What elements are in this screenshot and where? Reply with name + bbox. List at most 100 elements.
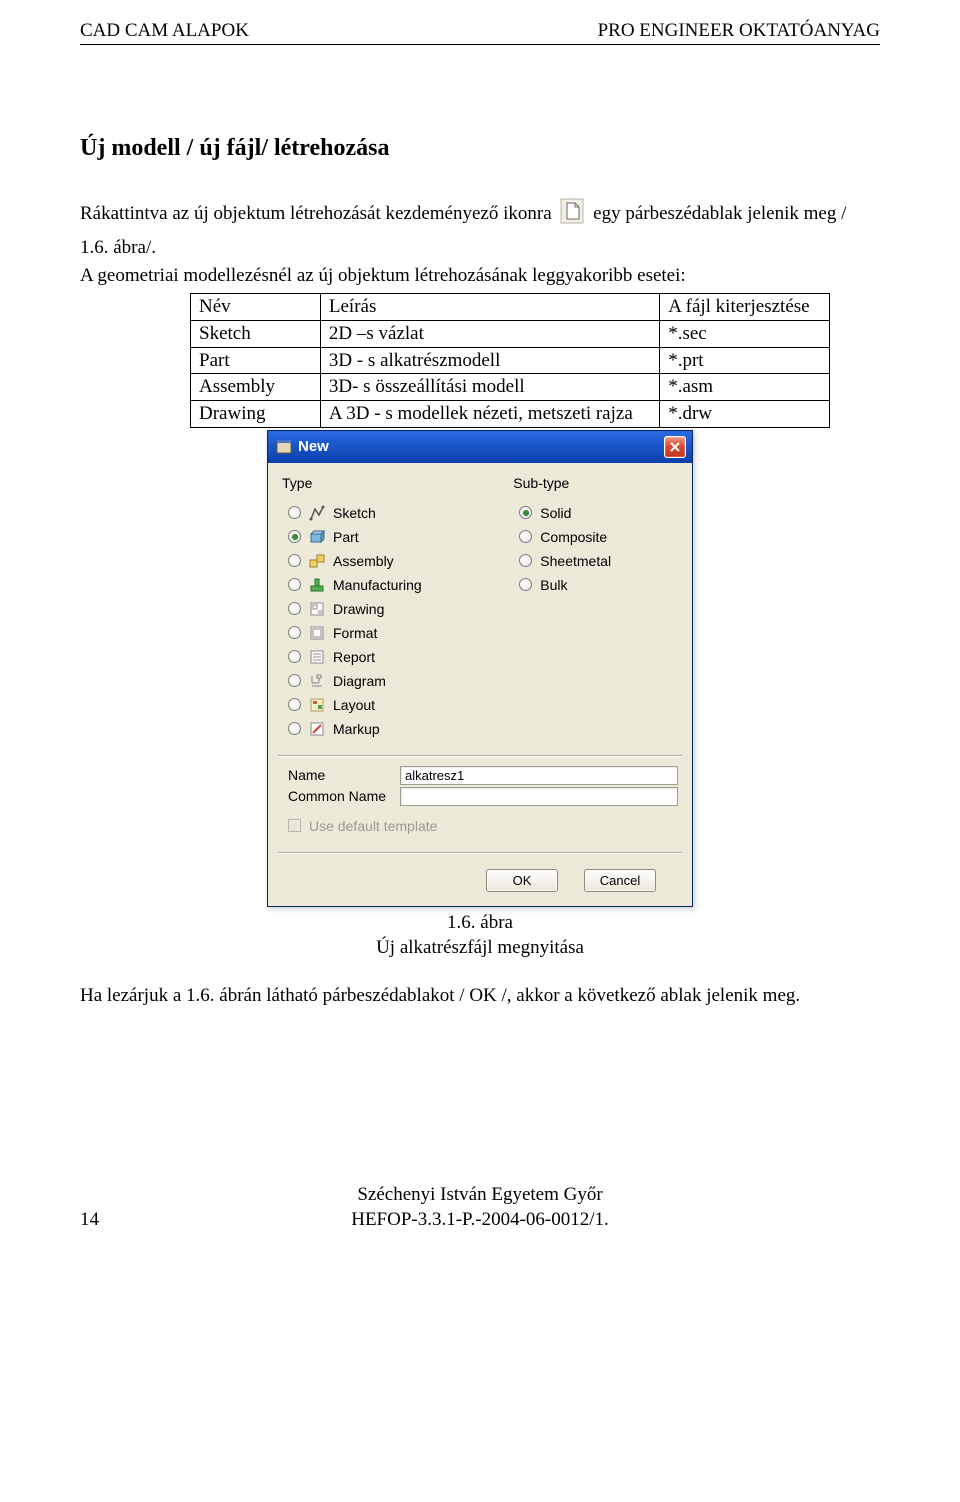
type-markup-radio[interactable]: Markup [282,717,483,741]
assembly-icon [309,553,325,569]
intro-paragraph: Rákattintva az új objektum létrehozását … [80,198,880,232]
radio-icon [288,578,301,591]
dialog-titlebar[interactable]: New [268,431,692,463]
name-input[interactable] [400,766,678,785]
type-format-radio[interactable]: Format [282,621,483,645]
def-cell: Part [191,347,321,374]
radio-icon [288,722,301,735]
ok-button[interactable]: OK [486,869,558,892]
subtype-bulk-radio[interactable]: Bulk [513,573,678,597]
radio-icon [519,554,532,567]
radio-icon [288,674,301,687]
common-name-label: Common Name [288,788,390,804]
footer-line2: HEFOP-3.3.1-P.-2004-06-0012/1. [0,1208,960,1233]
radio-icon [519,530,532,543]
radio-icon [288,530,301,543]
template-checkbox-row: Use default template [282,808,678,838]
radio-icon [288,506,301,519]
page-header: CAD CAM ALAPOK PRO ENGINEER OKTATÓANYAG [80,20,880,45]
subtype-composite-radio[interactable]: Composite [513,525,678,549]
type-label: Drawing [333,601,384,617]
type-part-radio[interactable]: Part [282,525,483,549]
def-cell: A fájl kiterjesztése [660,294,830,321]
def-cell: Leírás [320,294,659,321]
part-icon [309,529,325,545]
type-assembly-radio[interactable]: Assembly [282,549,483,573]
def-cell: 3D- s összeállítási modell [320,374,659,401]
intro-text-1: Rákattintva az új objektum létrehozását … [80,203,552,224]
radio-icon [288,698,301,711]
page-number: 14 [80,1208,99,1233]
def-cell: 2D –s vázlat [320,320,659,347]
radio-icon [288,554,301,567]
def-cell: 3D - s alkatrészmodell [320,347,659,374]
type-label: Manufacturing [333,577,422,593]
def-cell: *.sec [660,320,830,347]
def-cell: *.drw [660,401,830,428]
dialog-app-icon [276,439,292,455]
figure-number: 1.6. ábra [80,911,880,936]
type-label: Assembly [333,553,394,569]
sketch-icon [309,505,325,521]
common-name-input[interactable] [400,787,678,806]
radio-icon [519,578,532,591]
intro-line2: 1.6. ábra/. [80,236,880,261]
new-file-icon [560,198,584,232]
drawing-icon [309,601,325,617]
def-cell: *.asm [660,374,830,401]
separator [278,755,682,756]
type-drawing-radio[interactable]: Drawing [282,597,483,621]
name-label: Name [288,767,390,783]
type-label: Markup [333,721,380,737]
intro-text-2: egy párbeszédablak jelenik meg / [593,203,846,224]
template-label: Use default template [309,818,437,834]
def-cell: Név [191,294,321,321]
layout-icon [309,697,325,713]
type-report-radio[interactable]: Report [282,645,483,669]
report-icon [309,649,325,665]
intro-line3: A geometriai modellezésnél az új objektu… [80,264,880,289]
subtype-label: Sheetmetal [540,553,611,569]
definition-table: Név Leírás A fájl kiterjesztése Sketch 2… [190,293,830,428]
close-button[interactable] [664,436,686,458]
diagram-icon [309,673,325,689]
page-footer: 14 Széchenyi István Egyetem Győr HEFOP-3… [0,1183,960,1262]
type-label: Part [333,529,359,545]
footer-line1: Széchenyi István Egyetem Győr [0,1183,960,1208]
type-diagram-radio[interactable]: Diagram [282,669,483,693]
subtype-sheetmetal-radio[interactable]: Sheetmetal [513,549,678,573]
type-heading: Type [282,475,483,491]
section-title: Új modell / új fájl/ létrehozása [80,135,880,162]
type-sketch-radio[interactable]: Sketch [282,501,483,525]
subtype-heading: Sub-type [513,475,678,491]
radio-icon [288,626,301,639]
radio-icon [288,650,301,663]
checkbox-icon [288,819,301,832]
dialog-title: New [298,438,329,455]
manufacturing-icon [309,577,325,593]
type-manufacturing-radio[interactable]: Manufacturing [282,573,483,597]
def-cell: Sketch [191,320,321,347]
subtype-label: Solid [540,505,571,521]
format-icon [309,625,325,641]
radio-icon [519,506,532,519]
type-label: Format [333,625,377,641]
separator [278,852,682,853]
type-layout-radio[interactable]: Layout [282,693,483,717]
type-label: Sketch [333,505,376,521]
subtype-label: Bulk [540,577,567,593]
new-dialog: New Type [267,430,693,907]
header-right: PRO ENGINEER OKTATÓANYAG [598,20,880,42]
closing-paragraph: Ha lezárjuk a 1.6. ábrán látható párbesz… [80,984,880,1009]
def-cell: *.prt [660,347,830,374]
type-label: Layout [333,697,375,713]
cancel-button[interactable]: Cancel [584,869,656,892]
subtype-label: Composite [540,529,607,545]
radio-icon [288,602,301,615]
type-label: Report [333,649,375,665]
def-cell: A 3D - s modellek nézeti, metszeti rajza [320,401,659,428]
subtype-solid-radio[interactable]: Solid [513,501,678,525]
def-cell: Drawing [191,401,321,428]
close-icon [670,442,680,452]
type-label: Diagram [333,673,386,689]
